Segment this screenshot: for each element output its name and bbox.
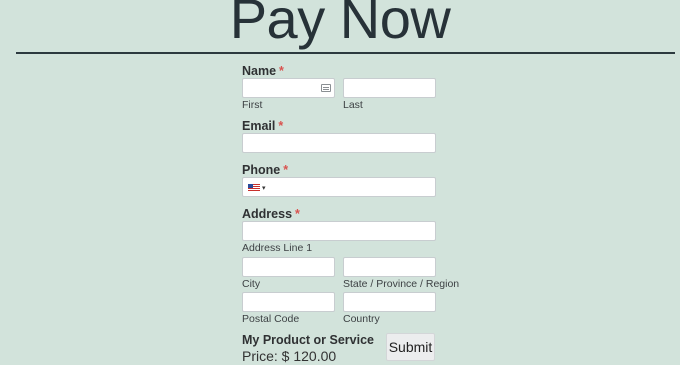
required-asterisk: *: [278, 119, 284, 133]
name-label: Name *: [242, 64, 284, 78]
phone-input[interactable]: ▾: [242, 177, 436, 197]
page-title: Pay Now: [229, 0, 451, 50]
city-sublabel: City: [242, 278, 261, 290]
address-label: Address *: [242, 207, 300, 221]
product-price: Price: $ 120.00: [242, 348, 337, 364]
state-sublabel: State / Province / Region: [343, 278, 460, 290]
country-input[interactable]: [343, 292, 436, 312]
last-name-sublabel: Last: [343, 99, 363, 111]
state-input[interactable]: [343, 257, 436, 277]
phone-label: Phone *: [242, 163, 288, 177]
postal-code-input[interactable]: [242, 292, 335, 312]
us-flag-icon[interactable]: [248, 184, 260, 192]
city-input[interactable]: [242, 257, 335, 277]
last-name-input[interactable]: [343, 78, 436, 98]
product-label: My Product or Service: [242, 333, 374, 347]
submit-button[interactable]: Submit: [386, 333, 435, 361]
address-line1-sublabel: Address Line 1: [242, 242, 313, 254]
address-label-text: Address: [242, 207, 293, 221]
postal-code-sublabel: Postal Code: [242, 313, 300, 325]
email-input[interactable]: [242, 133, 436, 153]
first-name-input[interactable]: [242, 78, 335, 98]
email-label: Email *: [242, 119, 283, 133]
chevron-down-icon[interactable]: ▾: [262, 184, 266, 192]
phone-label-text: Phone: [242, 163, 281, 177]
country-sublabel: Country: [343, 313, 380, 325]
name-label-text: Name: [242, 64, 277, 78]
card-icon: [321, 84, 331, 92]
address-line1-input[interactable]: [242, 221, 436, 241]
required-asterisk: *: [295, 207, 300, 221]
title-divider: [16, 52, 675, 54]
required-asterisk: *: [283, 163, 289, 177]
first-name-sublabel: First: [242, 99, 263, 111]
required-asterisk: *: [279, 64, 284, 78]
email-label-text: Email: [242, 119, 276, 133]
